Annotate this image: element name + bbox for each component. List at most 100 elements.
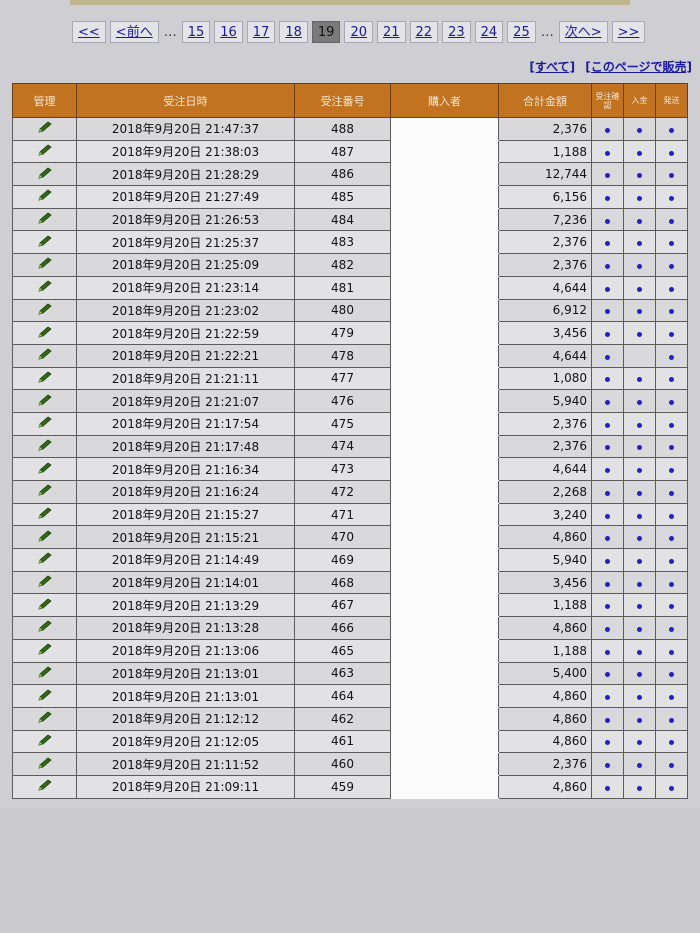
header-order-confirm[interactable]: 受注確認 [591,83,624,118]
header-order-number[interactable]: 受注番号 [294,83,391,118]
pagination: << <前へ … 15 16 17 18 19 20 21 22 23 24 25 … 次へ> >> [72,20,646,44]
page-link[interactable]: 21 [376,21,406,43]
show-all-link[interactable]: [すべて] [529,60,575,74]
header-total[interactable]: 合計金額 [498,83,592,118]
total-cell: 2,376 [498,230,592,255]
page-first-button[interactable]: << [72,21,106,43]
pencil-icon[interactable] [37,189,53,204]
manage-cell[interactable] [12,298,77,323]
manage-cell[interactable] [12,502,77,527]
pencil-icon[interactable] [37,666,53,681]
pencil-icon[interactable] [37,484,53,499]
dot-icon [605,127,610,133]
pencil-icon[interactable] [37,734,53,749]
payment-cell [623,117,656,141]
page-link[interactable]: 16 [214,21,243,43]
manage-cell[interactable] [12,275,77,300]
page-link[interactable]: 20 [344,21,373,43]
manage-cell[interactable] [12,321,77,345]
manage-cell[interactable] [12,253,77,277]
page-link[interactable]: 22 [409,21,439,43]
pencil-icon[interactable] [37,303,53,318]
manage-cell[interactable] [12,343,77,368]
manage-cell[interactable] [12,638,77,663]
manage-cell[interactable] [12,230,77,255]
manage-cell[interactable] [12,548,77,572]
pencil-icon[interactable] [37,711,53,726]
shipping-cell [655,253,688,277]
pencil-icon[interactable] [37,575,53,590]
page-current[interactable]: 19 [311,21,341,43]
pencil-icon[interactable] [37,530,53,545]
pencil-icon[interactable] [37,462,53,477]
manage-cell[interactable] [12,684,77,708]
pencil-icon[interactable] [37,212,53,227]
header-shipping[interactable]: 発送 [655,83,688,118]
manage-cell[interactable] [12,706,77,731]
page-prev-button[interactable]: <前へ [109,21,159,43]
buyer-cell [390,162,499,187]
manage-cell[interactable] [12,729,77,754]
manage-cell[interactable] [12,411,77,436]
manage-cell[interactable] [12,185,77,209]
shipping-cell [655,298,688,323]
manage-cell[interactable] [12,752,77,776]
dot-icon [669,717,674,723]
pencil-icon[interactable] [37,779,53,794]
page-link[interactable]: 18 [279,21,308,43]
order-number-cell: 481 [294,275,391,300]
page-link[interactable]: 24 [474,21,504,43]
dot-icon [605,581,610,587]
manage-cell[interactable] [12,480,77,504]
page-link[interactable]: 25 [507,21,536,43]
pencil-icon[interactable] [37,326,53,341]
buyer-cell [390,684,499,708]
manage-cell[interactable] [12,774,77,799]
pencil-icon[interactable] [37,235,53,250]
manage-cell[interactable] [12,593,77,618]
header-manage[interactable]: 管理 [12,83,77,118]
buyer-cell [390,729,499,754]
page-link[interactable]: 17 [246,21,276,43]
page-link[interactable]: 15 [181,21,211,43]
manage-cell[interactable] [12,162,77,187]
manage-cell[interactable] [12,616,77,640]
manage-cell[interactable] [12,207,77,232]
pencil-icon[interactable] [37,552,53,567]
pencil-icon[interactable] [37,643,53,658]
manage-cell[interactable] [12,570,77,595]
order-number-cell: 480 [294,298,391,323]
manage-cell[interactable] [12,366,77,391]
manage-cell[interactable] [12,139,77,164]
pencil-icon[interactable] [37,757,53,772]
pencil-icon[interactable] [37,348,53,363]
page-next-button[interactable]: 次へ> [558,21,608,43]
header-buyer[interactable]: 購入者 [390,83,499,118]
pencil-icon[interactable] [37,394,53,409]
manage-cell[interactable] [12,525,77,550]
page-link[interactable]: 23 [442,21,471,43]
pencil-icon[interactable] [37,689,53,704]
pencil-icon[interactable] [37,280,53,295]
page-last-button[interactable]: >> [611,21,646,43]
order-confirm-cell [591,457,624,481]
manage-cell[interactable] [12,389,77,413]
header-datetime[interactable]: 受注日時 [76,83,295,118]
pencil-icon[interactable] [37,507,53,522]
pencil-icon[interactable] [37,167,53,182]
pencil-icon[interactable] [37,598,53,613]
sell-on-this-page-link[interactable]: [このページで販売] [585,60,692,74]
dot-icon [669,763,674,769]
pencil-icon[interactable] [37,144,53,159]
pencil-icon[interactable] [37,620,53,635]
pencil-icon[interactable] [37,416,53,431]
pencil-icon[interactable] [37,121,53,136]
manage-cell[interactable] [12,117,77,141]
manage-cell[interactable] [12,661,77,686]
pencil-icon[interactable] [37,257,53,272]
manage-cell[interactable] [12,434,77,459]
pencil-icon[interactable] [37,371,53,386]
pencil-icon[interactable] [37,439,53,454]
header-payment[interactable]: 入金 [623,83,656,118]
manage-cell[interactable] [12,457,77,481]
